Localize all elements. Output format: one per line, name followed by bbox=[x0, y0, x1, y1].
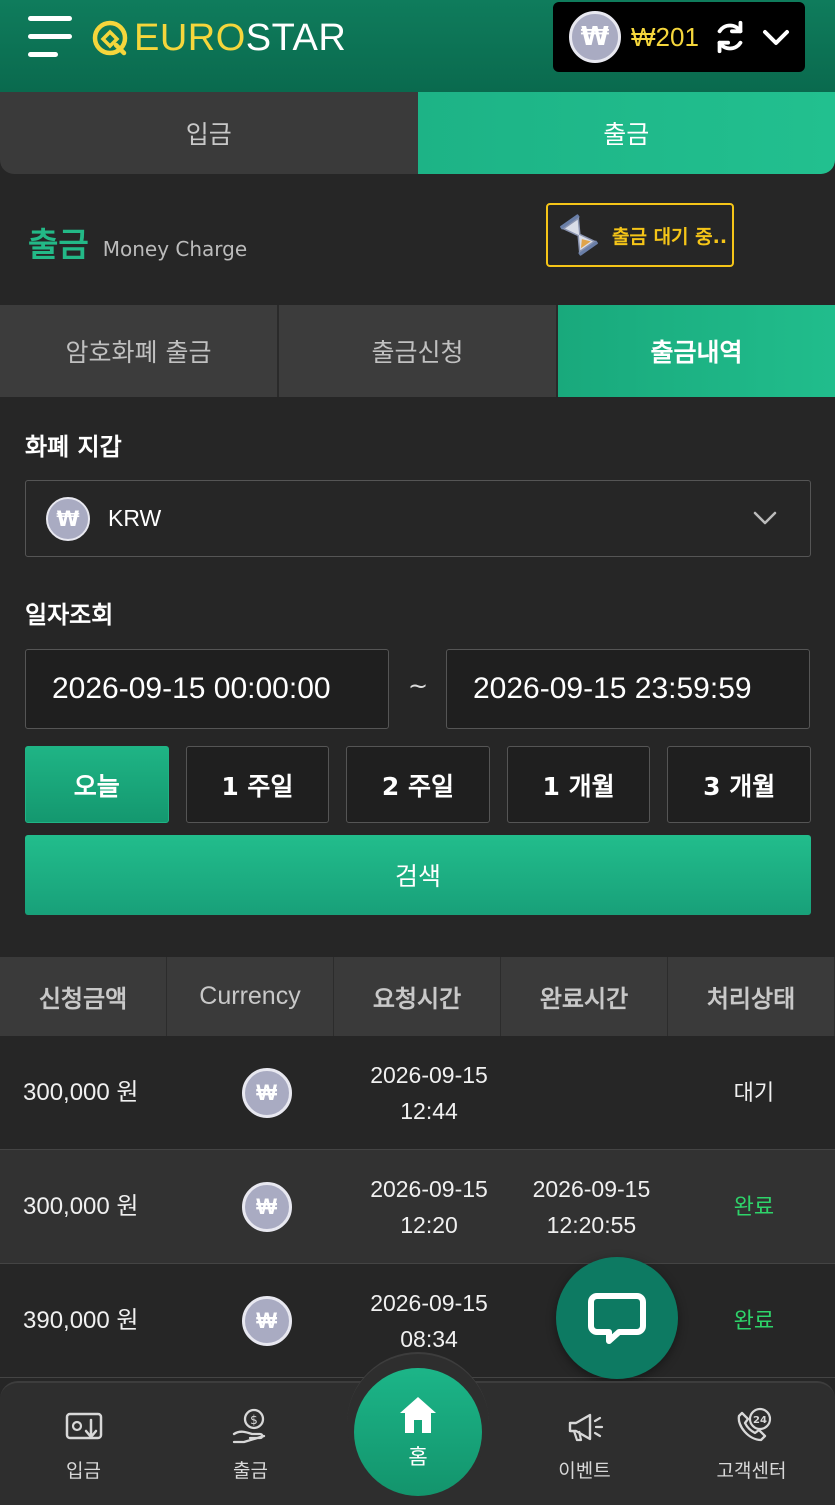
request-time-cell: 2026-09-15 12:44 bbox=[348, 1036, 510, 1149]
status-cell: 대기 bbox=[673, 1036, 835, 1149]
chevron-down-icon bbox=[753, 511, 777, 525]
nav-label: 홈 bbox=[408, 1445, 428, 1469]
megaphone-icon bbox=[568, 1413, 603, 1441]
tab-withdraw[interactable]: 출금 bbox=[417, 92, 835, 174]
nav-label: 입금 bbox=[66, 1459, 101, 1482]
main-tabs: 입금 출금 bbox=[0, 92, 835, 174]
won-coin-icon: ₩ bbox=[241, 1295, 292, 1346]
section-title: 출금 Money Charge bbox=[28, 218, 247, 266]
column-header: Currency bbox=[167, 957, 334, 1036]
nav-support[interactable]: 24 고객센터 bbox=[668, 1383, 835, 1505]
chevron-down-icon bbox=[762, 30, 789, 45]
currency-cell: ₩ bbox=[185, 1036, 347, 1149]
status-cell: 완료 bbox=[673, 1264, 835, 1377]
request-time: 08:34 bbox=[400, 1325, 458, 1352]
nav-withdraw[interactable]: $ 출금 bbox=[167, 1383, 334, 1505]
menu-icon[interactable] bbox=[28, 14, 74, 60]
top-header: EUROSTAR ₩ ₩201 bbox=[0, 0, 835, 92]
tab-deposit[interactable]: 입금 bbox=[0, 92, 418, 174]
pending-label: 출금 대기 중.. bbox=[612, 225, 728, 248]
request-time-cell: 2026-09-15 12:20 bbox=[348, 1150, 510, 1263]
won-coin-icon: ₩ bbox=[241, 1067, 292, 1118]
balance-amount: ₩201 bbox=[631, 21, 699, 52]
table-header: 신청금액 Currency 요청시간 완료시간 처리상태 bbox=[0, 957, 835, 1036]
request-date: 2026-09-15 bbox=[370, 1175, 488, 1202]
pending-withdraw-button[interactable]: 출금 대기 중.. bbox=[546, 203, 734, 267]
range-1week-button[interactable]: 1 주일 bbox=[185, 746, 330, 823]
request-date: 2026-09-15 bbox=[370, 1061, 488, 1088]
status-badge: 완료 bbox=[733, 1193, 775, 1219]
range-today-button[interactable]: 오늘 bbox=[25, 746, 169, 823]
amount-cell: 300,000 원 bbox=[23, 1078, 139, 1106]
status-cell: 완료 bbox=[673, 1150, 835, 1263]
column-header: 처리상태 bbox=[668, 957, 835, 1036]
nav-label: 이벤트 bbox=[558, 1459, 611, 1482]
currency-code: KRW bbox=[108, 505, 162, 531]
date-to-input[interactable]: 2026-09-15 23:59:59 bbox=[446, 649, 810, 729]
complete-time-cell: 2026-09-15 12:20:55 bbox=[510, 1150, 672, 1263]
table-row: 300,000 원 ₩ 2026-09-15 12:44 대기 bbox=[0, 1036, 835, 1150]
wallet-label: 화폐 지갑 bbox=[25, 433, 122, 461]
logo-text-euro: EURO bbox=[134, 16, 246, 59]
request-time: 12:44 bbox=[400, 1097, 458, 1124]
sub-tabs: 암호화폐 출금 출금신청 출금내역 bbox=[0, 305, 835, 397]
search-button[interactable]: 검색 bbox=[25, 835, 811, 915]
currency-cell: ₩ bbox=[185, 1150, 347, 1263]
range-2week-button[interactable]: 2 주일 bbox=[346, 746, 490, 823]
deposit-icon bbox=[65, 1412, 102, 1439]
date-from-input[interactable]: 2026-09-15 00:00:00 bbox=[25, 649, 389, 729]
amount-cell: 300,000 원 bbox=[23, 1192, 139, 1220]
won-coin-icon: ₩ bbox=[241, 1181, 292, 1232]
request-time: 12:20 bbox=[400, 1211, 458, 1238]
date-range-label: 일자조회 bbox=[25, 601, 114, 629]
range-buttons: 오늘 1 주일 2 주일 1 개월 3 개월 bbox=[25, 746, 811, 823]
support-24-icon: 24 bbox=[737, 1407, 771, 1441]
complete-date: 2026-09-15 bbox=[532, 1175, 651, 1202]
won-coin-icon: ₩ bbox=[46, 496, 90, 541]
nav-label: 고객센터 bbox=[716, 1459, 787, 1482]
won-coin-icon: ₩ bbox=[569, 11, 621, 63]
column-header: 신청금액 bbox=[0, 957, 167, 1036]
request-date: 2026-09-15 bbox=[370, 1289, 488, 1316]
svg-text:24: 24 bbox=[753, 1415, 767, 1426]
refresh-icon[interactable] bbox=[711, 18, 749, 56]
status-badge: 완료 bbox=[733, 1307, 775, 1333]
tab-withdraw-history[interactable]: 출금내역 bbox=[558, 305, 835, 397]
balance-dropdown[interactable]: ₩ ₩201 bbox=[553, 2, 805, 72]
status-badge: 대기 bbox=[733, 1079, 775, 1105]
svg-text:$: $ bbox=[250, 1413, 258, 1427]
hourglass-icon bbox=[560, 214, 598, 256]
withdraw-history-table: 신청금액 Currency 요청시간 완료시간 처리상태 300,000 원 ₩… bbox=[0, 957, 835, 1378]
page-title: 출금 bbox=[28, 225, 89, 264]
logo-mark-icon bbox=[92, 20, 128, 56]
currency-wallet-select[interactable]: ₩ KRW bbox=[25, 480, 811, 557]
logo[interactable]: EUROSTAR bbox=[90, 16, 346, 60]
home-icon bbox=[400, 1397, 436, 1433]
withdraw-icon: $ bbox=[232, 1408, 265, 1443]
tab-withdraw-request[interactable]: 출금신청 bbox=[279, 305, 558, 397]
range-1month-button[interactable]: 1 개월 bbox=[506, 746, 651, 823]
column-header: 요청시간 bbox=[334, 957, 501, 1036]
live-chat-button[interactable] bbox=[556, 1257, 678, 1379]
nav-event[interactable]: 이벤트 bbox=[501, 1383, 668, 1505]
nav-label: 출금 bbox=[233, 1459, 268, 1482]
tab-crypto-withdraw[interactable]: 암호화폐 출금 bbox=[0, 305, 279, 397]
nav-deposit[interactable]: 입금 bbox=[0, 1383, 167, 1505]
currency-cell: ₩ bbox=[185, 1264, 347, 1377]
date-separator: ~ bbox=[408, 672, 429, 700]
complete-time: 12:20:55 bbox=[546, 1211, 637, 1238]
logo-text-star: STAR bbox=[245, 16, 347, 59]
column-header: 완료시간 bbox=[501, 957, 668, 1036]
complete-time-cell bbox=[510, 1036, 672, 1149]
amount-cell: 390,000 원 bbox=[23, 1306, 139, 1334]
chat-bubble-icon bbox=[588, 1293, 646, 1344]
range-3month-button[interactable]: 3 개월 bbox=[667, 746, 811, 823]
table-row: 300,000 원 ₩ 2026-09-15 12:20 2026-09-15 … bbox=[0, 1150, 835, 1264]
page-subtitle: Money Charge bbox=[102, 237, 248, 261]
nav-home-button[interactable]: 홈 bbox=[354, 1368, 482, 1496]
